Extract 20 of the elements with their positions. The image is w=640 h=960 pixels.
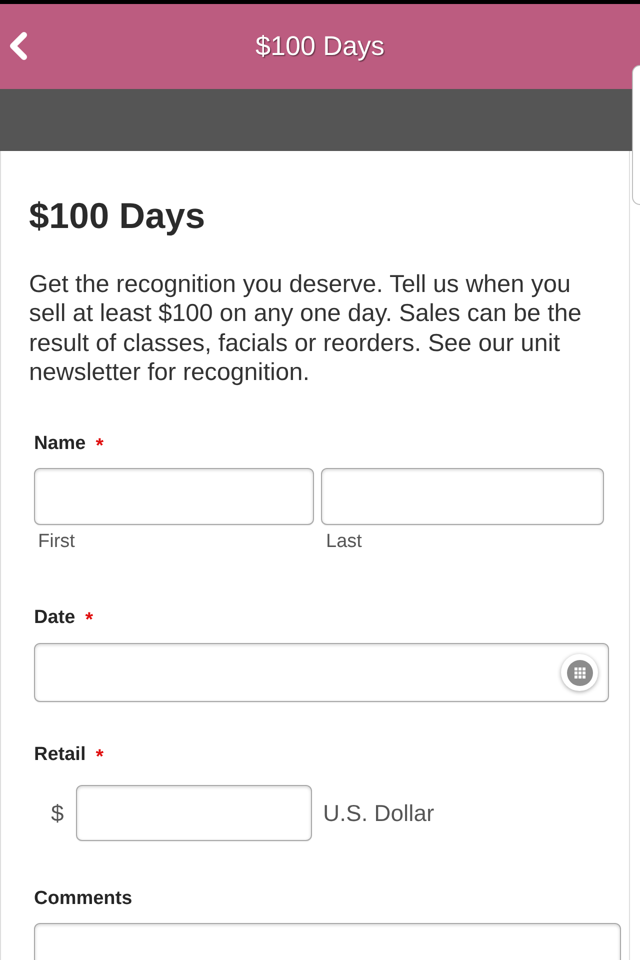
amount-input[interactable]: [76, 785, 312, 842]
name-input[interactable]: [34, 468, 314, 526]
currency-name: U.S. Dollar: [323, 800, 434, 827]
intro-text: Get the recognition you deserve. Tell us when you sell at least $100 on any one day. Sales can be the result of classes, facials or reorders. See our unit newsletter for recognition.: [29, 270, 583, 388]
field-label: Name: [34, 433, 86, 456]
sublabel: First: [37, 530, 75, 554]
currency-symbol: $: [51, 800, 65, 827]
back-icon[interactable]: [8, 32, 28, 60]
field-label: Date: [34, 607, 76, 630]
field-label: Retail: [34, 744, 86, 766]
date-input[interactable]: [34, 643, 609, 702]
field-label: Comments: [34, 888, 132, 910]
page-title: $100 Days: [255, 31, 385, 62]
form-heading: $100 Days: [29, 194, 206, 237]
required-mark: *: [85, 608, 93, 630]
required-mark: *: [96, 745, 104, 768]
grid-icon: [566, 660, 592, 686]
required-mark: *: [96, 434, 104, 456]
sublabel: Last: [325, 530, 362, 554]
name-input[interactable]: [321, 468, 604, 526]
